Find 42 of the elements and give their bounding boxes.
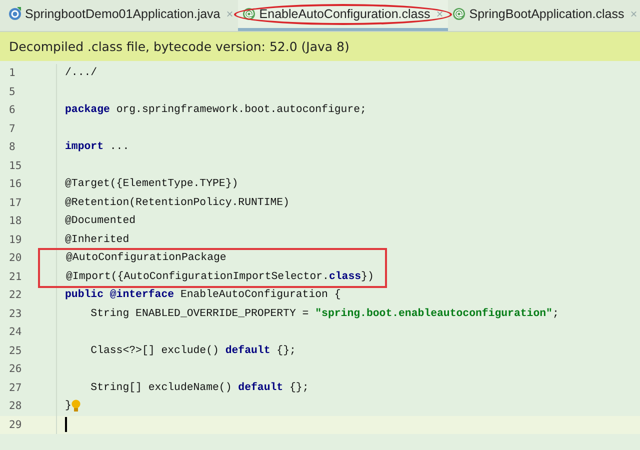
code-line: @Import({AutoConfigurationImportSelector.class}) bbox=[65, 270, 374, 283]
code-line: @Documented bbox=[65, 215, 136, 228]
class-icon bbox=[8, 7, 22, 21]
line-number: 20 bbox=[8, 252, 23, 264]
line-number: 18 bbox=[8, 215, 23, 228]
line-number: 8 bbox=[8, 141, 16, 154]
line-number: 23 bbox=[8, 308, 23, 320]
editor-tab[interactable]: SpringBootApplication.class × bbox=[448, 0, 640, 31]
line-number: 16 bbox=[8, 178, 23, 190]
line-number: 24 bbox=[8, 326, 23, 338]
line-number: 21 bbox=[8, 270, 23, 283]
code-line: String[] excludeName() default {}; bbox=[90, 382, 309, 394]
line-number: 5 bbox=[8, 86, 16, 98]
line-number: 27 bbox=[8, 382, 23, 394]
line-number: 15 bbox=[8, 160, 23, 172]
line-number: 7 bbox=[8, 122, 16, 135]
decompiled-banner: Decompiled .class file, bytecode version: 52.0 (Java 8) bbox=[0, 32, 640, 61]
line-number: 6 bbox=[8, 104, 16, 116]
code-line: @AutoConfigurationPackage bbox=[65, 252, 226, 264]
editor-tab[interactable]: SpringbootDemo01Application.java × bbox=[4, 0, 238, 31]
code-line: /.../ bbox=[65, 67, 98, 80]
lightbulb-icon[interactable] bbox=[71, 399, 82, 414]
code-line: import ... bbox=[65, 141, 130, 154]
annotation-icon bbox=[242, 7, 256, 21]
line-number: 22 bbox=[8, 289, 23, 302]
annotation-icon bbox=[452, 7, 466, 21]
code-line: } bbox=[65, 400, 72, 412]
code-line: @Inherited bbox=[65, 234, 130, 246]
code-line: public @interface EnableAutoConfiguration { bbox=[65, 289, 341, 302]
line-number: 17 bbox=[8, 196, 23, 209]
line-number: 19 bbox=[8, 234, 23, 246]
code-line: Class<?>[] exclude() default {}; bbox=[90, 344, 296, 357]
code-line: String ENABLED_OVERRIDE_PROPERTY = "spring.boot.enableautoconfiguration"; bbox=[90, 308, 559, 320]
line-number: 26 bbox=[8, 363, 23, 376]
code-line: package org.springframework.boot.autoconfigure; bbox=[65, 104, 366, 116]
code-line: @Target({ElementType.TYPE}) bbox=[65, 178, 238, 190]
line-number: 29 bbox=[8, 418, 23, 431]
text-cursor bbox=[65, 417, 66, 432]
code-line: @Retention(RetentionPolicy.RUNTIME) bbox=[65, 196, 290, 209]
line-number: 25 bbox=[8, 344, 23, 357]
line-number: 28 bbox=[8, 400, 23, 412]
line-number: 1 bbox=[8, 67, 16, 80]
